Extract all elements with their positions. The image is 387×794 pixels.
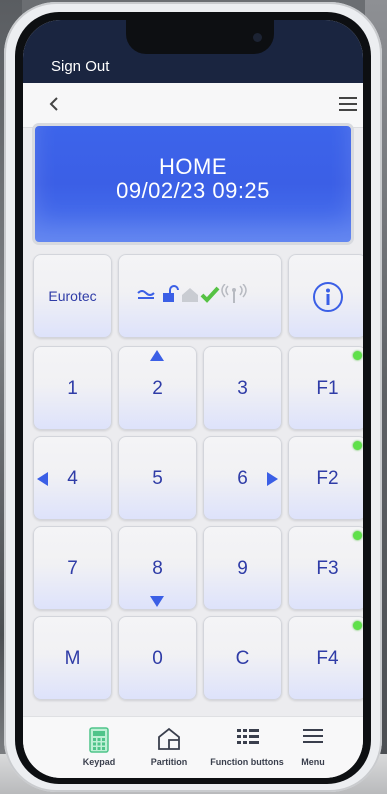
led-indicator [353,531,362,540]
key-label: 8 [152,558,163,579]
key-label: F1 [316,378,339,399]
app-screen: Sign Out HOME 09/02/23 09:25 Eurotec 1 2… [23,20,363,778]
arrow-up-icon [150,350,164,361]
info-button[interactable] [288,254,363,338]
key-label: F3 [316,558,339,579]
function-grid-icon [237,729,259,744]
status-icons-strip [137,284,247,303]
key-1[interactable]: 1 [33,346,112,430]
key-f2[interactable]: F2 [288,436,363,520]
key-label: 5 [152,468,163,489]
keypad-icon [89,727,109,753]
check-icon [200,286,220,303]
key-label: 0 [152,648,163,669]
led-indicator [353,441,362,450]
brand-label: Eurotec [48,288,97,304]
tab-partition[interactable]: Partition [139,717,199,778]
key-label: F2 [316,468,339,489]
key-8[interactable]: 8 [118,526,197,610]
key-label: 9 [237,558,248,579]
key-c[interactable]: C [203,616,282,700]
key-4[interactable]: 4 [33,436,112,520]
key-label: 4 [67,468,78,489]
key-7[interactable]: 7 [33,526,112,610]
led-indicator [353,351,362,360]
key-5[interactable]: 5 [118,436,197,520]
ac-power-icon [137,290,155,299]
tab-label: Menu [301,757,325,767]
display-line-1: HOME [159,154,227,179]
top-bar: Sign Out [23,20,363,83]
key-label: F4 [316,648,339,669]
key-label: 2 [152,378,163,399]
arrow-down-icon [150,596,164,607]
key-9[interactable]: 9 [203,526,282,610]
key-3[interactable]: 3 [203,346,282,430]
info-icon [313,282,343,312]
key-label: 1 [67,378,78,399]
wireless-signal-icon [221,284,247,303]
display-line-2: 09/02/23 09:25 [116,178,270,203]
key-f1[interactable]: F1 [288,346,363,430]
brand-button[interactable]: Eurotec [33,254,112,338]
bottom-tab-bar: Keypad Partition Function buttons Menu [23,716,363,778]
unlocked-icon [163,285,179,302]
key-0[interactable]: 0 [118,616,197,700]
key-label: 7 [67,558,78,579]
led-indicator [353,621,362,630]
key-label: C [235,648,250,669]
tab-label: Partition [150,757,188,767]
key-2[interactable]: 2 [118,346,197,430]
key-label: M [64,648,81,669]
tab-label: Function buttons [210,757,284,767]
status-icons-button[interactable] [118,254,282,338]
back-chevron-icon[interactable] [47,96,63,112]
nav-bar [23,83,363,128]
key-f4[interactable]: F4 [288,616,363,700]
menu-icon [303,729,323,743]
key-label: 3 [237,378,248,399]
keypad-display: HOME 09/02/23 09:25 [35,126,351,242]
key-6[interactable]: 6 [203,436,282,520]
tab-keypad[interactable]: Keypad [63,717,135,778]
key-label: 6 [237,468,248,489]
sign-out-button[interactable]: Sign Out [51,58,109,75]
camera-icon [253,33,262,42]
key-m[interactable]: M [33,616,112,700]
notch [126,20,274,54]
home-icon [182,288,198,302]
key-f3[interactable]: F3 [288,526,363,610]
partition-icon [158,727,180,750]
tab-label: Keypad [82,757,116,767]
tab-function-buttons[interactable]: Function buttons [203,717,291,778]
hamburger-menu-icon[interactable] [339,96,357,112]
tab-menu[interactable]: Menu [291,717,335,778]
